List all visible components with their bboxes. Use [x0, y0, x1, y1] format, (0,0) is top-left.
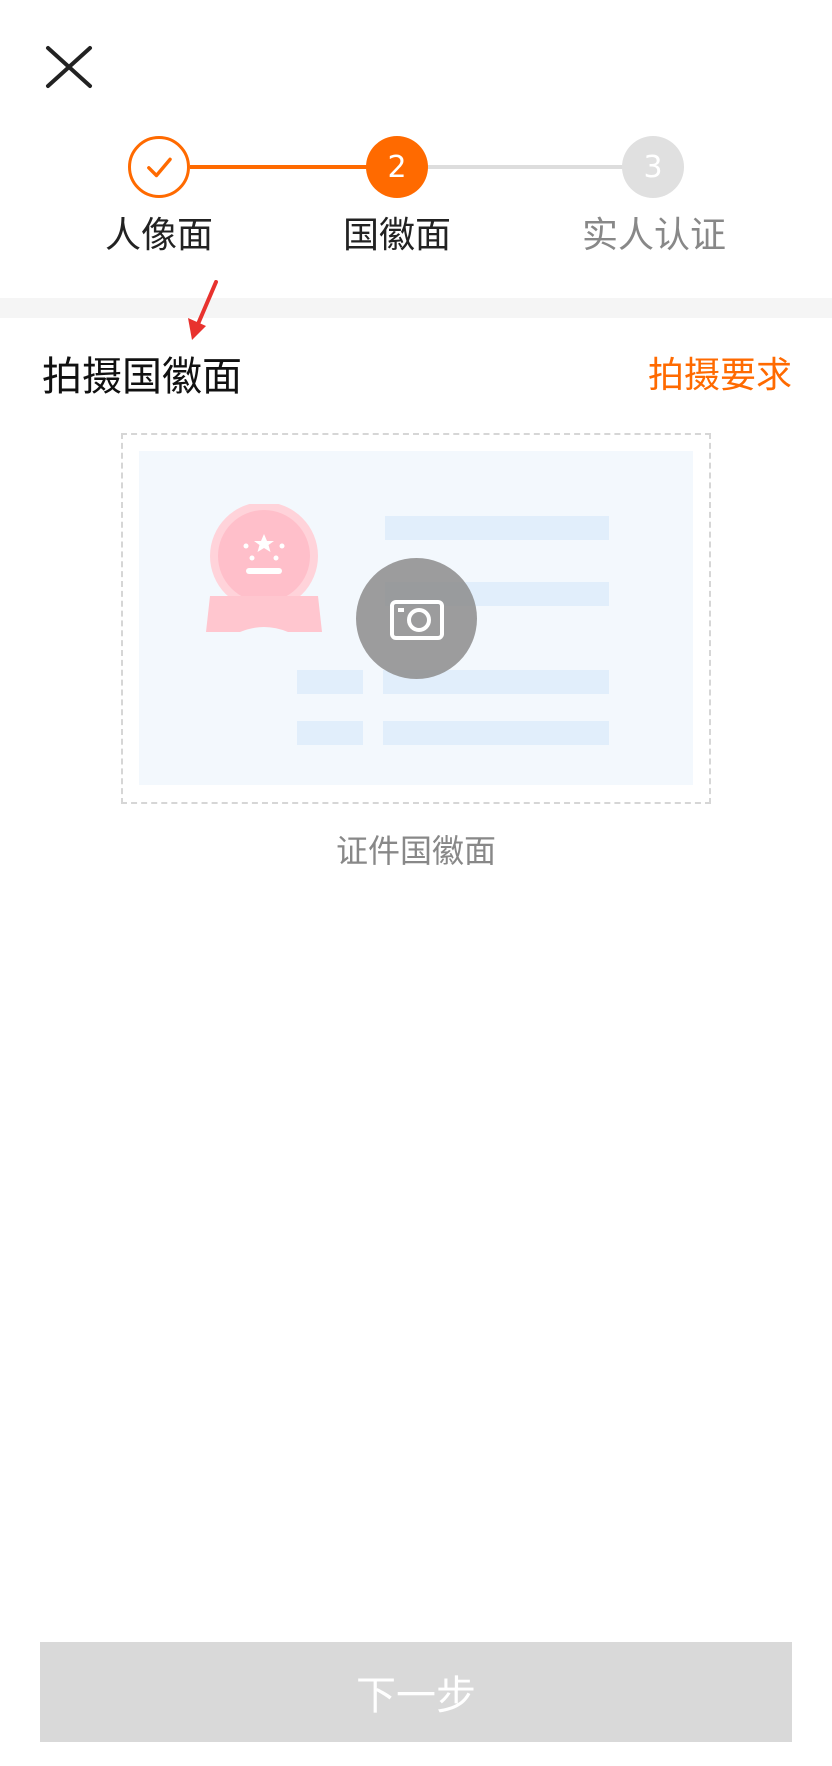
step-2-indicator: 2 — [366, 136, 428, 198]
step-1-label: 人像面 — [105, 215, 214, 256]
upload-caption: 证件国徽面 — [335, 832, 496, 870]
step-1-indicator — [128, 136, 190, 198]
next-step-button[interactable]: 下一步 — [40, 1642, 792, 1742]
step-2-label: 国徽面 — [343, 215, 452, 256]
page-title: 拍摄国徽面 — [42, 354, 242, 400]
card-line-placeholder — [385, 516, 609, 540]
national-emblem-icon — [204, 504, 324, 634]
section-divider — [0, 298, 832, 318]
close-icon — [46, 46, 92, 88]
step-connector-pending — [426, 165, 626, 169]
card-line-placeholder — [383, 721, 609, 745]
step-connector-done — [190, 165, 370, 169]
camera-icon — [389, 599, 444, 640]
annotation-arrow-icon — [186, 280, 222, 342]
check-icon — [147, 157, 172, 178]
card-line-placeholder — [297, 670, 363, 694]
camera-button[interactable] — [356, 558, 477, 679]
photo-requirements-link[interactable]: 拍摄要求 — [648, 346, 792, 398]
card-line-placeholder — [297, 721, 363, 745]
step-3-label: 实人认证 — [582, 215, 727, 256]
step-3-indicator: 3 — [622, 136, 684, 198]
emblem-side-upload-area[interactable] — [121, 433, 711, 804]
close-button[interactable] — [44, 44, 94, 90]
step-progress: 2 3 人像面 国徽面 实人认证 — [0, 130, 832, 260]
